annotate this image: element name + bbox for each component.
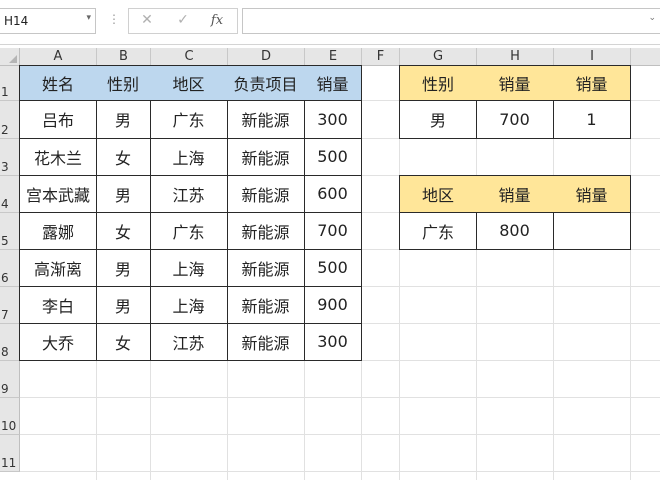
table-cell[interactable]: 男 (96, 286, 151, 324)
gridline-horizontal (20, 471, 660, 472)
table-cell[interactable]: 新能源 (227, 323, 305, 361)
row-header-7[interactable]: 7 (0, 287, 20, 324)
column-header-i[interactable]: I (554, 48, 631, 66)
criteria-value-cell[interactable] (553, 212, 631, 250)
select-all-corner[interactable] (0, 48, 20, 66)
column-header-e[interactable]: E (305, 48, 362, 66)
table-cell[interactable]: 700 (304, 212, 362, 250)
criteria-header-cell[interactable]: 销量 (476, 175, 554, 213)
table-header-cell[interactable]: 地区 (150, 65, 228, 101)
column-header-c[interactable]: C (151, 48, 228, 66)
table-cell[interactable]: 广东 (150, 100, 228, 139)
column-header-partial (631, 48, 660, 66)
row-header-2[interactable]: 2 (0, 101, 20, 139)
criteria-value-cell[interactable]: 700 (476, 100, 554, 139)
row-header-3[interactable]: 3 (0, 139, 20, 176)
table-cell[interactable]: 900 (304, 286, 362, 324)
confirm-icon[interactable]: ✓ (173, 12, 193, 28)
table-cell[interactable]: 新能源 (227, 175, 305, 213)
criteria-header-cell[interactable]: 销量 (553, 65, 631, 101)
table-cell[interactable]: 新能源 (227, 138, 305, 176)
table-cell[interactable]: 花木兰 (19, 138, 97, 176)
criteria-header-cell[interactable]: 地区 (399, 175, 477, 213)
grip-icon: ⋮ (108, 12, 120, 26)
column-header-g[interactable]: G (400, 48, 477, 66)
criteria-value-cell[interactable]: 广东 (399, 212, 477, 250)
table-cell[interactable]: 女 (96, 323, 151, 361)
table-cell[interactable]: 上海 (150, 286, 228, 324)
formula-input[interactable]: ⌄ (242, 8, 660, 34)
table-header-cell[interactable]: 性别 (96, 65, 151, 101)
criteria-header-cell[interactable]: 销量 (553, 175, 631, 213)
table-cell[interactable]: 男 (96, 100, 151, 139)
table-cell[interactable]: 上海 (150, 249, 228, 287)
table-header-cell[interactable]: 销量 (304, 65, 362, 101)
name-box-value: H14 (4, 14, 29, 28)
table-cell[interactable]: 300 (304, 100, 362, 139)
chevron-down-icon[interactable]: ▾ (86, 13, 91, 23)
table-cell[interactable]: 吕布 (19, 100, 97, 139)
column-header-f[interactable]: F (362, 48, 400, 66)
table-cell[interactable]: 新能源 (227, 286, 305, 324)
table-header-cell[interactable]: 姓名 (19, 65, 97, 101)
cancel-icon[interactable]: ✕ (137, 12, 157, 28)
table-cell[interactable]: 江苏 (150, 175, 228, 213)
formula-buttons: ✕ ✓ fx (128, 8, 238, 34)
table-cell[interactable]: 江苏 (150, 323, 228, 361)
gridline-horizontal (20, 434, 660, 435)
formula-bar: H14 ▾ ⋮ ✕ ✓ fx ⌄ (0, 0, 660, 45)
criteria-value-cell[interactable]: 800 (476, 212, 554, 250)
table-header-cell[interactable]: 负责项目 (227, 65, 305, 101)
table-cell[interactable]: 男 (96, 175, 151, 213)
criteria-header-cell[interactable]: 销量 (476, 65, 554, 101)
column-header-a[interactable]: A (20, 48, 97, 66)
table-cell[interactable]: 600 (304, 175, 362, 213)
row-header-6[interactable]: 6 (0, 250, 20, 287)
table-cell[interactable]: 上海 (150, 138, 228, 176)
row-header-4[interactable]: 4 (0, 176, 20, 213)
insert-function-icon[interactable]: fx (207, 13, 227, 28)
table-cell[interactable]: 高渐离 (19, 249, 97, 287)
table-cell[interactable]: 新能源 (227, 100, 305, 139)
table-cell[interactable]: 大乔 (19, 323, 97, 361)
table-cell[interactable]: 新能源 (227, 212, 305, 250)
gridline-horizontal (20, 397, 660, 398)
table-cell[interactable]: 女 (96, 138, 151, 176)
expand-formula-icon[interactable]: ⌄ (648, 13, 656, 23)
row-header-9[interactable]: 9 (0, 361, 20, 398)
table-cell[interactable]: 广东 (150, 212, 228, 250)
criteria-value-cell[interactable]: 男 (399, 100, 477, 139)
table-cell[interactable]: 李白 (19, 286, 97, 324)
row-header-5[interactable]: 5 (0, 213, 20, 250)
row-header-8[interactable]: 8 (0, 324, 20, 361)
name-box[interactable]: H14 ▾ (0, 8, 96, 34)
table-cell[interactable]: 男 (96, 249, 151, 287)
table-cell[interactable]: 500 (304, 249, 362, 287)
column-header-b[interactable]: B (97, 48, 151, 66)
table-cell[interactable]: 500 (304, 138, 362, 176)
column-header-d[interactable]: D (228, 48, 305, 66)
table-cell[interactable]: 女 (96, 212, 151, 250)
row-header-10[interactable]: 10 (0, 398, 20, 435)
row-header-1[interactable]: 1 (0, 66, 20, 101)
table-cell[interactable]: 宫本武藏 (19, 175, 97, 213)
criteria-value-cell[interactable]: 1 (553, 100, 631, 139)
row-header-11[interactable]: 11 (0, 435, 20, 472)
table-cell[interactable]: 300 (304, 323, 362, 361)
criteria-header-cell[interactable]: 性别 (399, 65, 477, 101)
table-cell[interactable]: 新能源 (227, 249, 305, 287)
table-cell[interactable]: 露娜 (19, 212, 97, 250)
column-header-h[interactable]: H (477, 48, 554, 66)
